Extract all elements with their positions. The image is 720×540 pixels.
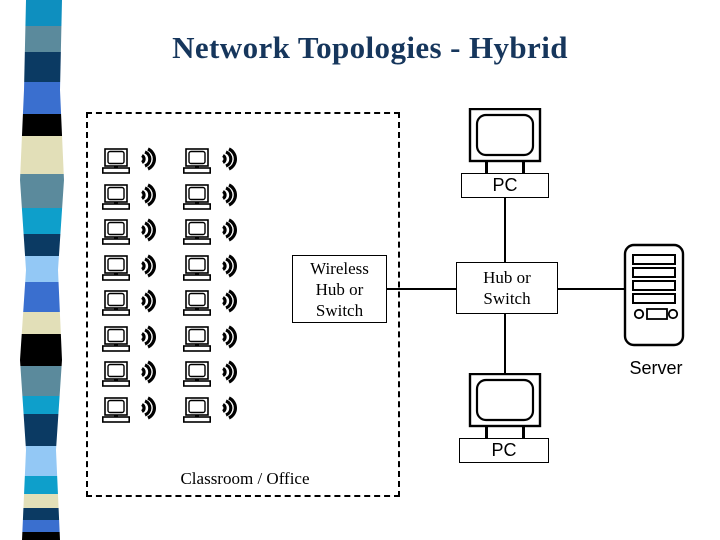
computer-icon <box>102 396 130 423</box>
computer-icon <box>183 361 211 387</box>
pc-bottom-monitor-icon <box>468 373 542 438</box>
wireless-signal-icon <box>221 324 238 349</box>
wireless-hub-line-1: Wireless <box>310 258 369 278</box>
server-tower-icon <box>623 243 685 347</box>
classroom-office-label: Classroom / Office <box>180 469 310 488</box>
pc-top-label: PC <box>461 173 549 198</box>
wireless-signal-icon <box>221 182 238 207</box>
wireless-signal-icon <box>221 395 238 420</box>
connector-hub-to-server <box>557 288 624 290</box>
hub-or-switch-box: Hub or Switch <box>456 262 558 314</box>
computer-icon <box>102 254 130 281</box>
computer-icon <box>183 325 211 352</box>
decorative-color-strip <box>20 0 64 540</box>
hub-switch-line-2: Switch <box>483 289 531 308</box>
wireless-signal-icon <box>140 395 157 420</box>
pc-top-monitor-icon <box>468 108 542 173</box>
server-label: Server <box>629 358 683 378</box>
computer-icon <box>102 148 130 174</box>
wireless-signal-icon <box>140 218 157 242</box>
wireless-signal-icon <box>140 289 157 313</box>
computer-icon <box>102 219 130 245</box>
computer-icon <box>102 361 130 387</box>
wireless-signal-icon <box>221 360 238 384</box>
wireless-signal-icon <box>140 360 157 384</box>
wireless-signal-icon <box>221 147 238 171</box>
wireless-hub-or-switch-box: Wireless Hub or Switch <box>292 255 387 323</box>
connector-hub-to-pc-bottom <box>504 312 506 376</box>
computer-icon <box>183 183 211 210</box>
page-title: Network Topologies - Hybrid <box>172 30 568 65</box>
slide-canvas: Network Topologies - Hybrid Classroom / … <box>0 0 720 540</box>
wireless-signal-icon <box>140 147 157 171</box>
computer-icon <box>183 290 211 316</box>
hub-switch-line-1: Hub or <box>483 268 531 287</box>
pc-bottom-label: PC <box>459 438 549 463</box>
wireless-signal-icon <box>221 218 238 242</box>
wireless-hub-line-2: Hub or <box>315 279 364 299</box>
computer-icon <box>102 290 130 316</box>
computer-icon <box>183 219 211 245</box>
wireless-signal-icon <box>140 253 157 278</box>
computer-icon <box>183 148 211 174</box>
wireless-hub-line-3: Switch <box>315 300 364 320</box>
wireless-signal-icon <box>140 182 157 207</box>
wireless-signal-icon <box>221 289 238 313</box>
wireless-signal-icon <box>140 324 157 349</box>
computer-icon <box>183 396 211 423</box>
wireless-signal-icon <box>221 253 238 278</box>
computer-icon <box>102 325 130 352</box>
computer-icon <box>102 183 130 210</box>
connector-hub-to-pc-top <box>504 196 506 264</box>
ribbon-stripes <box>20 0 64 540</box>
computer-icon <box>183 254 211 281</box>
